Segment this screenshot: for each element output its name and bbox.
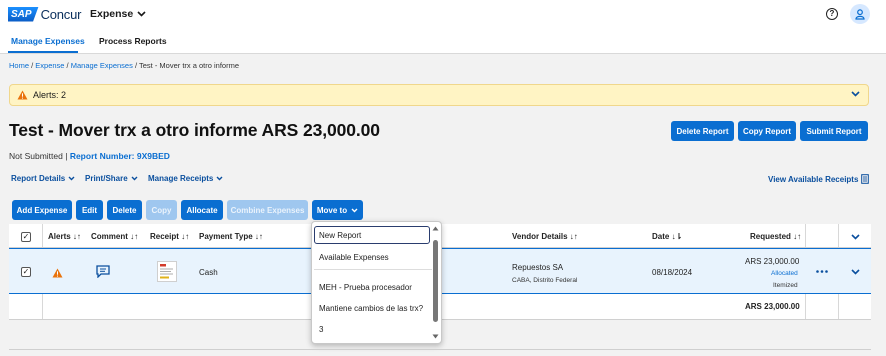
warning-icon[interactable] xyxy=(52,268,63,278)
sub-navigation: Manage Expenses Process Reports xyxy=(0,30,886,54)
concur-logo-text: Concur xyxy=(40,6,82,22)
delete-report-button[interactable]: Delete Report xyxy=(671,121,734,141)
header-receipt[interactable]: Receipt ↓↑ xyxy=(150,232,189,241)
itemized-label: Itemized xyxy=(773,282,798,289)
row-checkbox[interactable]: ✓ xyxy=(21,267,31,277)
scroll-down-icon[interactable] xyxy=(432,334,439,339)
combine-expenses-button[interactable]: Combine Expenses xyxy=(227,200,308,220)
allocated-link[interactable]: Allocated xyxy=(771,270,798,277)
sap-logo-text: SAP xyxy=(8,6,39,22)
vendor-location-cell: CABA, Distrito Federal xyxy=(512,277,578,284)
copy-report-button[interactable]: Copy Report xyxy=(738,121,796,141)
breadcrumb-current: Test - Mover trx a otro informe xyxy=(138,61,240,70)
total-amount: ARS 23,000.00 xyxy=(745,302,800,311)
move-to-label: Move to xyxy=(316,205,348,215)
view-available-receipts-link[interactable]: View Available Receipts xyxy=(768,174,870,184)
date-cell: 08/18/2024 xyxy=(652,268,693,277)
tab-process-reports[interactable]: Process Reports xyxy=(99,36,167,46)
print-share-label: Print/Share xyxy=(85,174,128,183)
comment-icon[interactable] xyxy=(96,265,110,278)
header-vendor-details[interactable]: Vendor Details ↓↑ xyxy=(512,232,578,241)
move-to-report-item[interactable]: MEH - Prueba procesador xyxy=(319,283,412,292)
move-to-new-report[interactable]: New Report xyxy=(319,231,361,240)
edit-button[interactable]: Edit xyxy=(76,200,103,220)
report-status: Not Submitted | xyxy=(9,151,68,161)
chevron-down-icon xyxy=(131,176,138,181)
breadcrumb-expense[interactable]: Expense xyxy=(35,61,64,70)
chevron-down-icon xyxy=(216,176,223,181)
alerts-banner[interactable]: Alerts: 2 xyxy=(9,84,869,106)
report-title: Test - Mover trx a otro informe ARS 23,0… xyxy=(9,120,380,140)
report-details-menu[interactable]: Report Details xyxy=(11,174,75,183)
select-all-checkbox[interactable]: ✓ xyxy=(21,232,31,242)
expense-module-menu[interactable]: Expense xyxy=(90,8,146,20)
move-to-report-item[interactable]: 3 xyxy=(319,325,323,334)
move-to-report-item[interactable]: Mantiene cambios de las trx? xyxy=(319,304,423,313)
header-receipt-label: Receipt xyxy=(150,232,179,241)
chevron-down-icon[interactable] xyxy=(851,234,860,240)
dropdown-divider xyxy=(314,269,432,270)
header-date[interactable]: Date ↓⇂ xyxy=(652,232,682,241)
header-vendor-label: Vendor Details xyxy=(512,232,568,241)
print-share-menu[interactable]: Print/Share xyxy=(85,174,138,183)
receipt-thumbnail-icon[interactable] xyxy=(157,261,177,282)
move-to-button[interactable]: Move to xyxy=(312,200,363,220)
breadcrumb-home[interactable]: Home xyxy=(9,61,29,70)
report-status-line: Not Submitted | Report Number: 9X9BED xyxy=(9,151,170,161)
scroll-up-icon[interactable] xyxy=(432,226,439,231)
breadcrumb: Home / Expense / Manage Expenses / Test … xyxy=(9,61,239,70)
submit-report-button[interactable]: Submit Report xyxy=(800,121,868,141)
active-tab-indicator xyxy=(8,51,78,53)
sap-concur-logo[interactable]: SAP Concur xyxy=(8,6,81,22)
manage-receipts-label: Manage Receipts xyxy=(148,174,214,183)
chevron-down-icon xyxy=(137,11,146,17)
chevron-down-icon[interactable] xyxy=(851,269,860,275)
view-receipts-label: View Available Receipts xyxy=(768,174,859,184)
header-comment[interactable]: Comment ↓↑ xyxy=(91,232,138,241)
vendor-name-cell: Repuestos SA xyxy=(512,263,564,272)
delete-button[interactable]: Delete xyxy=(107,200,142,220)
allocate-button[interactable]: Allocate xyxy=(181,200,223,220)
top-bar: SAP Concur Expense ? xyxy=(0,0,886,30)
module-label: Expense xyxy=(90,8,134,20)
add-expense-button[interactable]: Add Expense xyxy=(12,200,72,220)
header-comment-label: Comment xyxy=(91,232,128,241)
move-to-available-expenses[interactable]: Available Expenses xyxy=(319,253,389,262)
header-requested-label: Requested xyxy=(750,232,791,241)
requested-amount-cell: ARS 23,000.00 xyxy=(745,257,800,266)
page-divider xyxy=(9,349,871,350)
alerts-count: Alerts: 2 xyxy=(33,90,67,100)
help-icon[interactable]: ? xyxy=(826,8,838,20)
header-payment-type[interactable]: Payment Type ↓↑ xyxy=(199,232,263,241)
header-requested[interactable]: Requested ↓↑ xyxy=(750,232,801,241)
header-alerts-label: Alerts xyxy=(48,232,71,241)
more-options-icon[interactable] xyxy=(816,270,828,273)
header-alerts[interactable]: Alerts ↓↑ xyxy=(48,232,81,241)
payment-type-cell: Cash xyxy=(199,268,218,277)
warning-icon xyxy=(17,90,28,100)
breadcrumb-manage-expenses[interactable]: Manage Expenses xyxy=(71,61,133,70)
move-to-dropdown: New Report Available Expenses MEH - Prue… xyxy=(311,221,442,344)
manage-receipts-menu[interactable]: Manage Receipts xyxy=(148,174,223,183)
chevron-down-icon[interactable] xyxy=(851,91,860,97)
copy-button[interactable]: Copy xyxy=(146,200,177,220)
header-date-label: Date xyxy=(652,232,670,241)
dropdown-scrollbar[interactable] xyxy=(432,226,439,340)
tab-manage-expenses[interactable]: Manage Expenses xyxy=(11,36,85,46)
scrollbar-thumb[interactable] xyxy=(433,240,438,322)
chevron-down-icon xyxy=(351,208,358,212)
report-details-label: Report Details xyxy=(11,174,66,183)
header-payment-label: Payment Type xyxy=(199,232,253,241)
report-number: Report Number: 9X9BED xyxy=(69,151,170,161)
chevron-down-icon xyxy=(68,176,75,181)
user-profile-icon[interactable] xyxy=(850,4,870,24)
receipt-icon xyxy=(861,174,870,184)
